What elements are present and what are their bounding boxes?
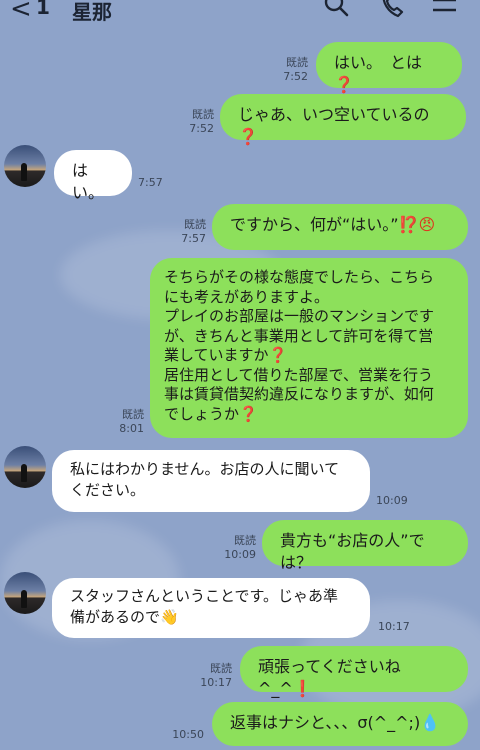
chat-header: < 1 星那 — [0, 0, 480, 26]
avatar[interactable] — [4, 145, 46, 187]
phone-icon[interactable] — [378, 0, 408, 22]
sent-message-bubble[interactable]: じゃあ、いつ空いているの❓ — [220, 94, 466, 146]
read-receipt: 既読 10:17 — [200, 662, 232, 689]
sent-message-bubble[interactable]: 貴方も“お店の人”では？ — [262, 520, 468, 572]
back-button[interactable]: < — [10, 0, 32, 24]
sent-message-bubble[interactable]: はい。 とは ❓ — [316, 42, 462, 94]
menu-icon[interactable] — [430, 0, 460, 22]
read-receipt: 既読 8:01 — [119, 408, 144, 435]
read-receipt: 既読 10:09 — [224, 534, 256, 561]
received-message-bubble[interactable]: はい。 — [54, 150, 132, 202]
message-time: 10:17 — [378, 620, 410, 633]
avatar[interactable] — [4, 446, 46, 488]
read-receipt: 既読 7:52 — [283, 56, 308, 83]
read-receipt: 既読 7:52 — [189, 108, 214, 135]
sent-message-bubble[interactable]: 返事はナシと、、、σ(^_^;)💧 — [212, 702, 468, 746]
read-receipt: 既読 7:57 — [181, 218, 206, 245]
message-time: 7:57 — [138, 176, 163, 189]
message-time: 10:09 — [376, 494, 408, 507]
received-message-bubble[interactable]: 私にはわかりません。お店の人に聞いて ください。 — [52, 450, 370, 512]
sent-message-bubble[interactable]: 頑張ってくださいね^_^❗ — [240, 646, 468, 698]
sent-message-bubble[interactable]: そちらがその様な態度でしたら、こちら にも考えがありますよ。 プレイのお部屋は一… — [150, 258, 468, 438]
search-icon[interactable] — [322, 0, 352, 22]
message-time: 10:50 — [172, 728, 204, 741]
sent-message-bubble[interactable]: ですから、何が“はい。”⁉️😠 — [212, 204, 468, 250]
unread-count: 1 — [36, 0, 50, 19]
received-message-bubble[interactable]: スタッフさんということです。じゃあ準 備があるので👋 — [52, 578, 370, 638]
avatar[interactable] — [4, 572, 46, 614]
contact-name: 星那 — [72, 0, 112, 24]
